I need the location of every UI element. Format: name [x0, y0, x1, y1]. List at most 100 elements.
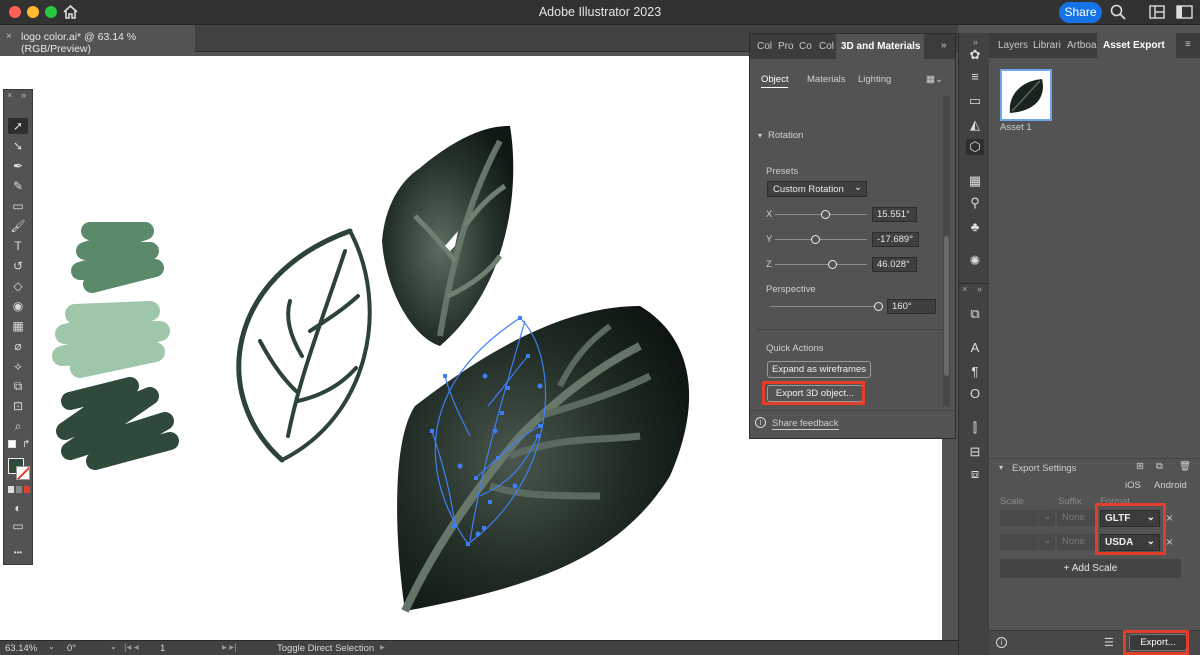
pathfinder-icon[interactable]: ⊟ — [966, 444, 984, 460]
swap-colors-icon[interactable]: ↱ — [22, 439, 30, 450]
share-button[interactable]: Share — [1059, 2, 1102, 23]
color-mode-buttons[interactable] — [8, 486, 30, 493]
tab-artboards[interactable]: Artboa — [1067, 40, 1096, 51]
first-artboard-icon[interactable]: |◂ ◂ — [124, 642, 139, 653]
curvature-tool-icon[interactable]: ✎ — [8, 178, 28, 194]
tab-3d-materials[interactable]: 3D and Materials — [836, 34, 924, 59]
zoom-tool-icon[interactable]: ⌕ — [8, 418, 28, 434]
tab-color[interactable]: Col — [757, 41, 772, 52]
appearance-icon[interactable]: ✺ — [966, 253, 984, 269]
scribble-pale-green[interactable] — [52, 301, 170, 378]
add-asset-icon[interactable]: ⊞ — [1136, 461, 1144, 472]
remove-row-1-icon[interactable]: × — [1166, 511, 1173, 525]
subtab-materials[interactable]: Materials — [807, 74, 846, 85]
close-tab-icon[interactable]: × — [6, 31, 12, 42]
z-rotation-slider[interactable] — [775, 260, 867, 269]
panel-scrollbar[interactable] — [943, 96, 950, 406]
y-rotation-slider[interactable] — [775, 235, 867, 244]
color-guide-icon[interactable]: ✿ — [966, 47, 984, 63]
layers-arrange-icon[interactable]: ⧈ — [966, 466, 984, 482]
z-slider-knob[interactable] — [827, 260, 837, 269]
workspace-switcher-icon[interactable] — [1176, 5, 1193, 19]
export-list-icon[interactable]: ☰ — [1104, 636, 1114, 649]
panel-expand-icon[interactable]: » — [941, 40, 947, 51]
add-scale-button[interactable]: + Add Scale — [1000, 559, 1181, 578]
y-slider-knob[interactable] — [811, 235, 821, 244]
brushes-icon[interactable]: ⚲ — [966, 195, 984, 211]
perspective-slider[interactable] — [770, 302, 883, 311]
export-settings-title[interactable]: Export Settings — [1012, 463, 1076, 474]
dock-close-icon[interactable]: × — [962, 284, 967, 294]
3d-materials-icon[interactable]: ⬡ — [966, 139, 984, 155]
duplicate-asset-icon[interactable]: ⧉ — [1156, 461, 1163, 472]
artboard-number[interactable]: 1 — [160, 643, 165, 654]
ios-preset[interactable]: iOS — [1125, 480, 1141, 491]
perspective-field[interactable]: 160° — [887, 299, 936, 314]
artboard-tool-icon[interactable]: ⊡ — [8, 398, 28, 414]
leaf-3d-top[interactable] — [382, 126, 514, 346]
export-settings-collapse-icon[interactable]: ▾ — [999, 463, 1003, 472]
eraser-tool-icon[interactable]: ◇ — [8, 278, 28, 294]
zoom-dropdown-icon[interactable]: ⌄ — [48, 642, 55, 651]
type-tool-icon[interactable]: T — [8, 238, 28, 254]
zoom-level[interactable]: 63.14% — [5, 643, 37, 654]
x-rotation-slider[interactable] — [775, 210, 867, 219]
scribble-dark-green[interactable] — [56, 377, 179, 470]
dock-expand-icon[interactable]: » — [977, 284, 982, 294]
rotation-value[interactable]: 0° — [67, 643, 76, 654]
stroke-color-swatch[interactable] — [16, 466, 30, 480]
edit-toolbar-icon[interactable]: ••• — [8, 545, 28, 561]
scale-dropdown-1[interactable]: ⌄ — [1039, 510, 1055, 526]
direct-selection-tool-icon[interactable]: ➘ — [8, 138, 28, 154]
search-icon[interactable] — [1110, 4, 1126, 20]
subtab-object[interactable]: Object — [761, 74, 789, 88]
character-icon[interactable]: A — [966, 340, 984, 356]
properties-icon[interactable]: ≡ — [966, 69, 984, 85]
asset-name[interactable]: Asset 1 — [1000, 122, 1032, 133]
shape-builder-tool-icon[interactable]: ⧉ — [8, 378, 28, 394]
delete-asset-icon[interactable]: 🗑︎ — [1179, 461, 1191, 472]
comments-icon[interactable]: ▭ — [966, 93, 984, 109]
leaf-outline[interactable] — [236, 228, 372, 463]
status-menu-icon[interactable]: ▸ — [380, 642, 385, 653]
remove-row-2-icon[interactable]: × — [1166, 535, 1173, 549]
z-rotation-field[interactable]: 46.028° — [872, 257, 917, 272]
suffix-field-1[interactable]: None — [1057, 510, 1097, 526]
perspective-slider-knob[interactable] — [874, 302, 883, 311]
subtab-lighting[interactable]: Lighting — [858, 74, 891, 85]
render-settings-icon[interactable]: ▦⌄ — [926, 74, 943, 85]
gradient-tool-icon[interactable]: ▦ — [8, 318, 28, 334]
tab-properties[interactable]: Pro — [778, 41, 794, 52]
scale-field-1[interactable] — [1000, 510, 1038, 526]
rotation-collapse-icon[interactable]: ▾ — [758, 131, 762, 140]
screen-mode-icon[interactable]: ▭ — [8, 518, 28, 534]
expand-as-wireframes-button[interactable]: Expand as wireframes — [767, 361, 871, 378]
paintbrush-tool-icon[interactable]: 🖌︎ — [8, 218, 28, 234]
suffix-field-2[interactable]: None — [1057, 534, 1097, 550]
rectangle-tool-icon[interactable]: ▭ — [8, 198, 28, 214]
tab-color-2[interactable]: Col — [819, 41, 834, 52]
swatches-icon[interactable]: ▦ — [966, 173, 984, 189]
eyedropper-tool-icon[interactable]: ⌀ — [8, 338, 28, 354]
tab-asset-export[interactable]: Asset Export — [1097, 33, 1176, 58]
scale-dropdown-2[interactable]: ⌄ — [1039, 534, 1055, 550]
toolbar-expand-icon[interactable]: » — [21, 90, 26, 100]
pen-tool-icon[interactable]: ✒ — [8, 158, 28, 174]
default-colors-icon[interactable] — [8, 440, 16, 448]
x-rotation-field[interactable]: 15.551° — [872, 207, 917, 222]
scribble-light-green[interactable] — [71, 222, 164, 293]
share-feedback-link[interactable]: Share feedback — [772, 418, 839, 430]
next-artboard-icon[interactable]: ▸ ▸| — [222, 642, 237, 653]
dock-collapse-icon[interactable]: » — [973, 37, 978, 47]
toolbar-close-icon[interactable]: × — [7, 90, 12, 100]
android-preset[interactable]: Android — [1154, 480, 1187, 491]
tab-layers[interactable]: Layers — [998, 40, 1028, 51]
x-slider-knob[interactable] — [820, 210, 830, 219]
paragraph-icon[interactable]: ¶ — [966, 364, 984, 380]
symbols-icon[interactable]: ♣ — [966, 219, 984, 235]
blend-tool-icon[interactable]: ⟡ — [8, 358, 28, 374]
panel-menu-icon[interactable]: ≡ — [1185, 39, 1191, 50]
rotation-dropdown-icon[interactable]: ⌄ — [110, 642, 117, 651]
warp-tool-icon[interactable]: ◉ — [8, 298, 28, 314]
tab-libraries[interactable]: Librari — [1033, 40, 1061, 51]
